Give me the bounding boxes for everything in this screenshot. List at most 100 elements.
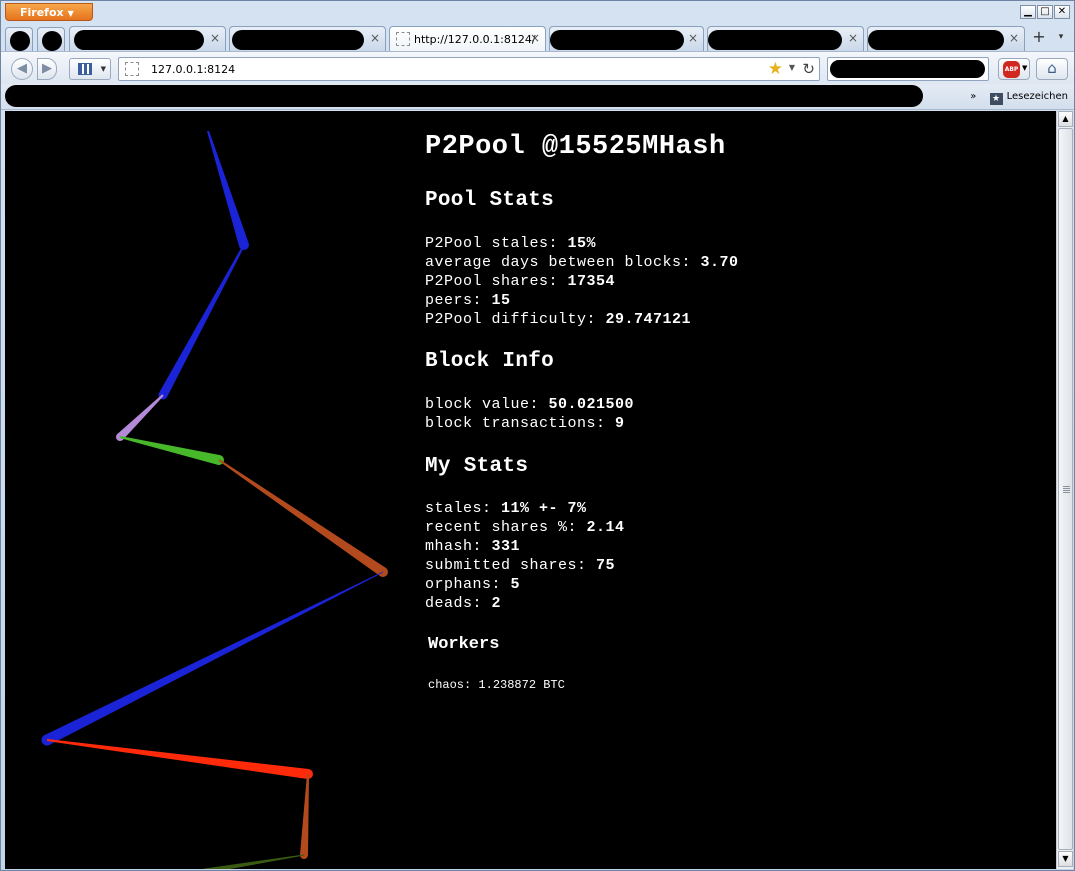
- bookmarks-icon: ★: [989, 93, 1003, 105]
- scrollbar-thumb[interactable]: [1058, 128, 1073, 850]
- maximize-button[interactable]: □: [1037, 5, 1053, 19]
- reload-icon[interactable]: ↻: [802, 60, 815, 78]
- chevron-down-icon: ▼: [67, 9, 74, 18]
- stat-label: deads:: [425, 595, 492, 612]
- graph-segment: [204, 854, 305, 869]
- bookmarks-menu[interactable]: » ★ Lesezeichen: [970, 91, 1068, 105]
- tab-close-icon[interactable]: ×: [688, 31, 698, 45]
- blank-page-icon: [125, 62, 139, 76]
- home-button[interactable]: ⌂: [1036, 58, 1068, 80]
- grip-icon: [1063, 486, 1070, 487]
- chevron-down-icon: ▼: [1022, 64, 1028, 72]
- pinned-tab[interactable]: [37, 27, 65, 51]
- stat-value: 9: [615, 415, 625, 432]
- stat-value: 3.70: [700, 254, 739, 271]
- stat-row: deads: 2: [425, 595, 501, 612]
- redacted-favicon: [42, 31, 62, 51]
- stat-value: 29.747121: [605, 311, 692, 328]
- my-stats-heading: My Stats: [425, 455, 529, 478]
- redacted-tab-title: [708, 30, 842, 50]
- tab-close-icon[interactable]: ×: [1009, 31, 1019, 45]
- graph-segment: [119, 436, 221, 465]
- workers-heading: Workers: [428, 635, 500, 654]
- tab-close-icon[interactable]: ×: [370, 31, 380, 45]
- stat-value: 2.14: [586, 519, 625, 536]
- redacted-search-text: [830, 60, 985, 78]
- tab-close-icon[interactable]: ×: [530, 31, 540, 45]
- scroll-up-button[interactable]: ▲: [1058, 111, 1073, 127]
- stat-row: peers: 15: [425, 292, 511, 309]
- worker-row: chaos: 1.238872 BTC: [428, 678, 565, 692]
- tab-groups-button[interactable]: ▼: [69, 58, 111, 80]
- share-chain-graph: [41, 130, 388, 869]
- page-title: P2Pool @15525MHash: [425, 132, 726, 162]
- vertical-scrollbar[interactable]: ▲ ▼: [1056, 111, 1073, 869]
- list-all-tabs-button[interactable]: ▾: [1051, 28, 1071, 48]
- back-button[interactable]: ◀: [11, 58, 33, 80]
- chevron-down-icon: ▼: [100, 65, 106, 73]
- chevron-down-icon: ▾: [1058, 32, 1064, 42]
- search-input[interactable]: [827, 57, 989, 81]
- stat-value: 50.021500: [548, 396, 635, 413]
- close-window-button[interactable]: ✕: [1054, 5, 1070, 19]
- browser-window: Firefox ▼ ▁ □ ✕ × × http://127.0.0.1:8124…: [0, 0, 1075, 871]
- blank-page-icon: [396, 32, 410, 46]
- stat-label: recent shares %:: [425, 519, 587, 536]
- graph-segment: [159, 244, 245, 398]
- new-tab-button[interactable]: +: [1029, 28, 1049, 48]
- tab[interactable]: ×: [229, 26, 386, 51]
- stat-label: mhash:: [425, 538, 492, 555]
- arrow-down-icon: ▼: [1062, 854, 1069, 863]
- tab-strip: × × http://127.0.0.1:8124/ × × × × + ▾: [1, 24, 1074, 52]
- tab-close-icon[interactable]: ×: [210, 31, 220, 45]
- worker-name: chaos:: [428, 678, 472, 692]
- stat-label: P2Pool shares:: [425, 273, 568, 290]
- tab[interactable]: ×: [549, 26, 704, 51]
- stat-row: block transactions: 9: [425, 415, 625, 432]
- stat-row: average days between blocks: 3.70: [425, 254, 739, 271]
- graph-segment: [207, 130, 249, 247]
- scroll-down-button[interactable]: ▼: [1058, 851, 1073, 867]
- stat-label: stales:: [425, 500, 502, 517]
- minimize-button[interactable]: ▁: [1020, 5, 1036, 19]
- redacted-tab-title: [550, 30, 684, 50]
- stat-row: mhash: 331: [425, 538, 520, 555]
- stat-label: orphans:: [425, 576, 511, 593]
- tab-label: http://127.0.0.1:8124/: [414, 33, 536, 46]
- tab[interactable]: ×: [867, 26, 1025, 51]
- stat-label: block value:: [425, 396, 549, 413]
- firefox-menu-button[interactable]: Firefox ▼: [5, 3, 93, 21]
- graph-segment: [300, 774, 309, 856]
- maximize-icon: □: [1040, 6, 1050, 17]
- title-bar: Firefox ▼ ▁ □ ✕: [1, 1, 1074, 23]
- chevron-right-icon[interactable]: »: [970, 91, 976, 102]
- arrow-up-icon: ▲: [1062, 114, 1069, 123]
- stat-label: submitted shares:: [425, 557, 597, 574]
- adblock-button[interactable]: ABP ▼: [998, 58, 1030, 80]
- bookmark-star-icon[interactable]: ★: [768, 59, 783, 79]
- back-arrow-icon: ◀: [17, 61, 27, 76]
- stat-value: 5: [510, 576, 521, 593]
- graph-segment: [44, 571, 384, 745]
- url-bar[interactable]: 127.0.0.1:8124 ★ ▼ ↻: [118, 57, 820, 81]
- navigation-bar: ◀ ▶ ▼ 127.0.0.1:8124 ★ ▼ ↻ ABP ▼ ⌂: [1, 51, 1074, 84]
- plus-icon: +: [1032, 27, 1046, 46]
- tab-active[interactable]: http://127.0.0.1:8124/ ×: [389, 26, 546, 52]
- redacted-favicon: [10, 31, 30, 51]
- minimize-icon: ▁: [1024, 6, 1032, 17]
- tab[interactable]: ×: [707, 26, 864, 51]
- stat-label: block transactions:: [425, 415, 616, 432]
- tab-close-icon[interactable]: ×: [848, 31, 858, 45]
- stat-row: P2Pool stales: 15%: [425, 235, 596, 252]
- stat-label: average days between blocks:: [425, 254, 701, 271]
- stat-row: P2Pool shares: 17354: [425, 273, 615, 290]
- stat-value: 2: [491, 595, 502, 612]
- stat-value: 17354: [567, 273, 616, 290]
- bookmarks-bar: » ★ Lesezeichen: [1, 84, 1074, 110]
- forward-arrow-icon: ▶: [42, 61, 52, 76]
- history-dropdown-icon[interactable]: ▼: [789, 63, 795, 72]
- graph-segment: [46, 739, 309, 779]
- tab[interactable]: ×: [69, 26, 226, 51]
- pinned-tab[interactable]: [5, 27, 33, 51]
- forward-button[interactable]: ▶: [37, 58, 57, 80]
